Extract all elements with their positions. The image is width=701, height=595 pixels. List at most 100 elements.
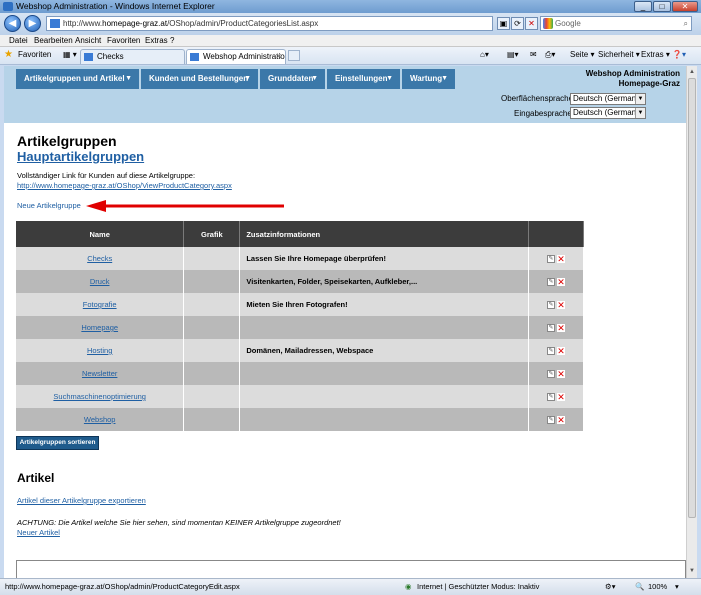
delete-icon[interactable]: ✕ (557, 393, 566, 402)
nav-einstellungen[interactable]: Einstellungen ▼ (327, 69, 401, 89)
feeds-icon[interactable]: ▤▾ (507, 50, 519, 59)
col-grafik[interactable]: Grafik (183, 221, 241, 247)
nav-wartung[interactable]: Wartung ▼ (402, 69, 456, 89)
delete-icon[interactable]: ✕ (557, 278, 566, 287)
page-title: Artikelgruppen (17, 133, 117, 149)
address-bar[interactable]: http://www.homepage-graz.at/OShop/admin/… (46, 16, 493, 31)
google-icon (543, 18, 553, 29)
edit-icon[interactable]: ✎ (547, 347, 556, 355)
scroll-up-icon[interactable]: ▲ (688, 67, 696, 77)
category-link[interactable]: Fotografie (83, 300, 117, 309)
quick-tabs-icon[interactable]: ▦ ▾ (63, 50, 77, 59)
edit-icon[interactable]: ✎ (547, 324, 556, 332)
new-tab-button[interactable] (288, 50, 300, 61)
tab-checks[interactable]: Checks (80, 49, 185, 64)
category-link[interactable]: Hosting (87, 346, 112, 355)
scroll-down-icon[interactable]: ▼ (688, 566, 696, 576)
security-zone[interactable]: Internet | Geschützter Modus: Inaktiv (417, 582, 539, 591)
shop-title-block: Webshop Administration Homepage-Graz (530, 69, 680, 89)
row-grafik-cell (183, 385, 241, 408)
mail-icon[interactable]: ✉ (530, 50, 537, 59)
scroll-thumb[interactable] (688, 78, 696, 518)
full-link-url[interactable]: http://www.homepage-graz.at/OShop/ViewPr… (17, 181, 232, 191)
row-info-cell (239, 362, 530, 385)
category-link[interactable]: Webshop (84, 415, 116, 424)
menu-help[interactable]: ? (170, 36, 174, 45)
category-link[interactable]: Newsletter (82, 369, 117, 378)
row-actions-cell: ✎ ✕ (528, 362, 584, 385)
category-link[interactable]: Checks (87, 254, 112, 263)
app-header: Artikelgruppen und Artikel ▼ Kunden und B… (4, 66, 686, 123)
delete-icon[interactable]: ✕ (557, 324, 566, 333)
ui-language-select[interactable]: Deutsch (German) ▼ (570, 93, 646, 105)
category-link[interactable]: Suchmaschinenoptimierung (53, 392, 146, 401)
menu-datei[interactable]: Datei (9, 36, 28, 45)
export-articles-link[interactable]: Artikel dieser Artikelgruppe exportieren (17, 496, 146, 506)
command-seite[interactable]: Seite ▾ (570, 50, 594, 59)
category-table: Name Grafik Zusatzinformationen Checks La… (16, 221, 584, 431)
table-body: Checks Lassen Sie Ihre Homepage überprüfe… (16, 247, 584, 431)
zoom-settings-icon[interactable]: ⚙▾ (605, 582, 616, 591)
maximize-button[interactable]: □ (653, 1, 671, 12)
forward-arrow-icon[interactable]: ▶ (24, 15, 41, 32)
menu-ansicht[interactable]: Ansicht (75, 36, 101, 45)
row-name-cell: Fotografie (16, 293, 185, 316)
home-icon[interactable]: ⌂▾ (480, 50, 489, 59)
help-icon[interactable]: ❓▾ (672, 50, 686, 59)
browser-window: Webshop Administration - Windows Interne… (0, 0, 701, 595)
delete-icon[interactable]: ✕ (557, 301, 566, 310)
menu-extras[interactable]: Extras (145, 36, 168, 45)
minimize-button[interactable]: _ (634, 1, 652, 12)
col-zusatzinformationen[interactable]: Zusatzinformationen (239, 221, 530, 247)
tab-webshop-administration[interactable]: Webshop Administration ✕ (186, 49, 286, 64)
edit-icon[interactable]: ✎ (547, 393, 556, 401)
new-group-link[interactable]: Neue Artikelgruppe (17, 201, 81, 211)
row-actions-cell: ✎ ✕ (528, 316, 584, 339)
nav-artikelgruppen[interactable]: Artikelgruppen und Artikel ▼ (16, 69, 140, 89)
ui-language-label: Oberflächensprache: (501, 94, 576, 103)
stop-icon[interactable]: ✕ (525, 17, 538, 30)
delete-icon[interactable]: ✕ (557, 347, 566, 356)
category-link[interactable]: Homepage (81, 323, 118, 332)
favorites-button[interactable]: Favoriten (18, 50, 51, 59)
input-language-select[interactable]: Deutsch (German) ▼ (570, 107, 646, 119)
refresh-icon[interactable]: ⟳ (511, 17, 524, 30)
chevron-down-icon: ▼ (311, 75, 318, 82)
vertical-scrollbar[interactable]: ▲ ▼ (686, 66, 697, 578)
tab-close-icon[interactable]: ✕ (275, 50, 282, 63)
command-sicherheit[interactable]: Sicherheit ▾ (598, 50, 640, 59)
articles-table-frame (16, 560, 686, 578)
address-toolbar: ◀ ▶ http://www.homepage-graz.at/OShop/ad… (0, 13, 701, 35)
row-info-cell: Domänen, Mailadressen, Webspace (239, 339, 530, 362)
main-groups-link[interactable]: Hauptartikelgruppen (17, 149, 144, 164)
edit-icon[interactable]: ✎ (547, 370, 556, 378)
search-input[interactable]: Google ⌕ (540, 16, 692, 31)
edit-icon[interactable]: ✎ (547, 255, 556, 263)
command-extras[interactable]: Extras ▾ (641, 50, 670, 59)
nav-grunddaten[interactable]: Grunddaten ▼ (260, 69, 326, 89)
delete-icon[interactable]: ✕ (557, 416, 566, 425)
nav-kunden[interactable]: Kunden und Bestellungen ▼ (141, 69, 259, 89)
edit-icon[interactable]: ✎ (547, 416, 556, 424)
category-link[interactable]: Druck (90, 277, 110, 286)
edit-icon[interactable]: ✎ (547, 278, 556, 286)
sort-groups-button[interactable]: Artikelgruppen sortieren (16, 436, 99, 450)
row-name-cell: Homepage (16, 316, 185, 339)
back-arrow-icon[interactable]: ◀ (4, 15, 21, 32)
edit-icon[interactable]: ✎ (547, 301, 556, 309)
search-icon[interactable]: ⌕ (684, 17, 688, 30)
address-path: /OShop/admin/ProductCategoriesList.aspx (167, 19, 319, 28)
col-name[interactable]: Name (16, 221, 185, 247)
zoom-level[interactable]: 100% (648, 582, 667, 591)
compat-view-icon[interactable]: ▣ (497, 17, 510, 30)
close-button[interactable]: ✕ (672, 1, 698, 12)
row-name-cell: Druck (16, 270, 185, 293)
menu-bearbeiten[interactable]: Bearbeiten (34, 36, 73, 45)
zoom-dropdown-icon[interactable]: ▾ (675, 582, 679, 591)
delete-icon[interactable]: ✕ (557, 255, 566, 264)
print-icon[interactable]: ⎙▾ (545, 50, 555, 60)
menu-favoriten[interactable]: Favoriten (107, 36, 140, 45)
new-article-link[interactable]: Neuer Artikel (17, 528, 60, 538)
input-language-value: Deutsch (German) (573, 108, 639, 117)
delete-icon[interactable]: ✕ (557, 370, 566, 379)
